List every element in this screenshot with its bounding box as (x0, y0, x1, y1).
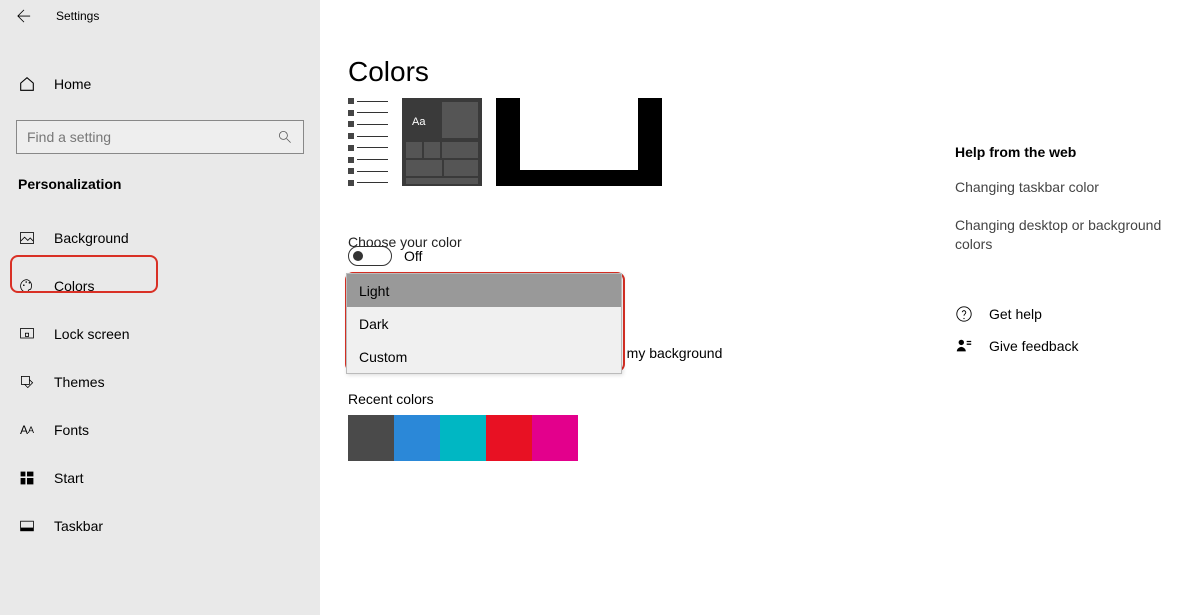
titlebar: Settings (0, 0, 320, 32)
app-title: Settings (48, 9, 99, 23)
taskbar-icon (18, 517, 36, 535)
search-input[interactable] (27, 129, 277, 145)
color-swatch[interactable] (394, 415, 440, 461)
help-panel: Help from the web Changing taskbar color… (955, 144, 1175, 355)
help-icon (955, 305, 975, 323)
sidebar-item-label: Background (54, 230, 129, 246)
get-help-link[interactable]: Get help (955, 305, 1175, 323)
sidebar-nav: Background Colors Lock screen Themes AA … (0, 216, 320, 548)
sidebar-item-label: Lock screen (54, 326, 129, 342)
color-swatch[interactable] (486, 415, 532, 461)
fonts-icon: AA (18, 421, 36, 439)
sidebar-home[interactable]: Home (0, 62, 320, 106)
sidebar-item-themes[interactable]: Themes (0, 360, 320, 404)
start-icon (18, 469, 36, 487)
toggle-off[interactable] (348, 246, 392, 266)
search-box[interactable] (16, 120, 304, 154)
sidebar-item-background[interactable]: Background (0, 216, 320, 260)
sidebar-category: Personalization (0, 154, 320, 202)
sidebar-item-label: Themes (54, 374, 105, 390)
arrow-left-icon (17, 9, 31, 23)
preview-aa: Aa (412, 116, 425, 128)
sidebar-item-lockscreen[interactable]: Lock screen (0, 312, 320, 356)
recent-colors (348, 415, 1171, 461)
give-feedback-link[interactable]: Give feedback (955, 337, 1175, 355)
preview-taskbar (496, 98, 662, 186)
sidebar-home-label: Home (54, 76, 91, 92)
get-help-label: Get help (989, 306, 1042, 322)
back-button[interactable] (0, 0, 48, 32)
dropdown-option-dark[interactable]: Dark (347, 307, 621, 340)
search-icon (277, 129, 293, 145)
sidebar-item-taskbar[interactable]: Taskbar (0, 504, 320, 548)
help-link-background-colors[interactable]: Changing desktop or background colors (955, 216, 1175, 255)
page-title: Colors (348, 56, 1171, 88)
preview-list (348, 98, 388, 186)
feedback-icon (955, 337, 975, 355)
recent-colors-label: Recent colors (348, 391, 1171, 407)
toggle-label: Off (404, 248, 422, 264)
dropdown-option-light[interactable]: Light (347, 274, 621, 307)
lockscreen-icon (18, 325, 36, 343)
sidebar-item-fonts[interactable]: AA Fonts (0, 408, 320, 452)
sidebar-item-start[interactable]: Start (0, 456, 320, 500)
sidebar-item-label: Colors (54, 278, 94, 294)
image-icon (18, 229, 36, 247)
help-link-taskbar-color[interactable]: Changing taskbar color (955, 178, 1175, 198)
color-swatch[interactable] (348, 415, 394, 461)
color-swatch[interactable] (532, 415, 578, 461)
dropdown-option-custom[interactable]: Custom (347, 340, 621, 373)
palette-icon (18, 277, 36, 295)
themes-icon (18, 373, 36, 391)
color-swatch[interactable] (440, 415, 486, 461)
sidebar-item-label: Start (54, 470, 84, 486)
color-dropdown[interactable]: Light Dark Custom (346, 273, 622, 374)
give-feedback-label: Give feedback (989, 338, 1079, 354)
sidebar-item-label: Fonts (54, 422, 89, 438)
sidebar-item-colors[interactable]: Colors (0, 264, 320, 308)
home-icon (18, 75, 36, 93)
sidebar: Settings Home Personalization Background… (0, 0, 320, 615)
sidebar-item-label: Taskbar (54, 518, 103, 534)
help-heading: Help from the web (955, 144, 1175, 160)
preview-start: Aa (402, 98, 482, 186)
